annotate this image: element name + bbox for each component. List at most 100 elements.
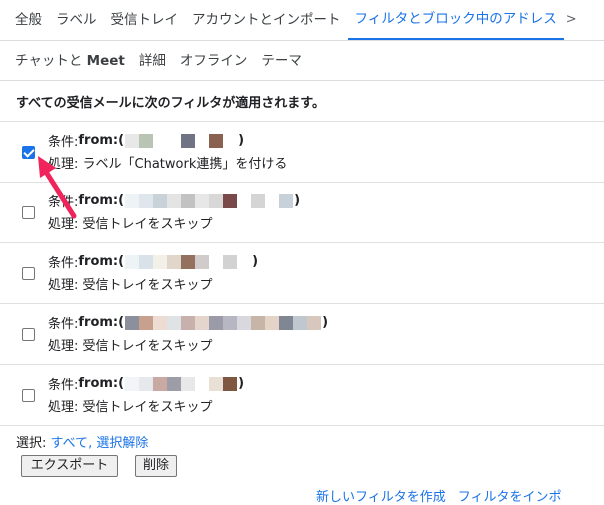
- redaction-block: [195, 315, 210, 330]
- from-label: from:(: [78, 376, 125, 391]
- redaction-block: [265, 315, 280, 330]
- tab-themes[interactable]: テーマ: [254, 41, 309, 80]
- redacted-address: [125, 254, 252, 269]
- redaction-block: [139, 315, 154, 330]
- select-label: 選択:: [16, 436, 51, 451]
- filter-checkbox[interactable]: [22, 389, 35, 402]
- tab-advanced[interactable]: 詳細: [132, 41, 173, 80]
- redaction-block: [125, 376, 140, 391]
- redaction-block: [139, 133, 154, 148]
- redaction-block: [181, 193, 196, 208]
- tab-inbox[interactable]: 受信トレイ: [104, 0, 186, 40]
- filter-checkbox[interactable]: [22, 206, 35, 219]
- redaction-block: [223, 193, 238, 208]
- redaction-block: [153, 133, 168, 148]
- filter-checkbox[interactable]: [22, 267, 35, 280]
- redaction-block: [167, 315, 182, 330]
- redacted-address: [125, 133, 238, 148]
- from-label: from:(: [78, 315, 125, 330]
- close-paren: ): [238, 133, 245, 148]
- redaction-block: [167, 193, 182, 208]
- redaction-block: [153, 315, 168, 330]
- tab-filters-blocked[interactable]: フィルタとブロック中のアドレス: [347, 0, 564, 40]
- redaction-block: [237, 193, 252, 208]
- tab-offline[interactable]: オフライン: [173, 41, 255, 80]
- filter-action: 処理: 受信トレイをスキップ: [48, 339, 213, 354]
- redaction-block: [167, 133, 182, 148]
- redaction-block: [209, 133, 224, 148]
- tabs-overflow-icon[interactable]: >: [564, 0, 577, 40]
- tab-labels[interactable]: ラベル: [49, 0, 104, 40]
- select-all-link[interactable]: すべて: [51, 436, 89, 451]
- filter-row: 条件: from:( ) 処理: 受信トレイをスキップ: [0, 182, 604, 243]
- redaction-block: [125, 315, 140, 330]
- redaction-block: [223, 254, 238, 269]
- redaction-block: [279, 315, 294, 330]
- redaction-block: [167, 254, 182, 269]
- redaction-block: [153, 193, 168, 208]
- filter-action: 処理: 受信トレイをスキップ: [48, 400, 213, 415]
- redaction-block: [223, 315, 238, 330]
- redaction-block: [139, 254, 154, 269]
- redaction-block: [153, 254, 168, 269]
- filter-action: 処理: ラベル「Chatwork連携」を付ける: [48, 157, 288, 172]
- select-none-link[interactable]: 選択解除: [96, 436, 148, 451]
- redaction-block: [195, 133, 210, 148]
- redaction-block: [181, 376, 196, 391]
- redaction-block: [181, 133, 196, 148]
- redaction-block: [307, 315, 322, 330]
- redaction-block: [125, 254, 140, 269]
- filter-action: 処理: 受信トレイをスキップ: [48, 217, 213, 232]
- close-paren: ): [252, 254, 259, 269]
- create-filter-link[interactable]: 新しいフィルタを作成: [316, 490, 446, 505]
- redaction-block: [181, 315, 196, 330]
- redaction-block: [125, 133, 140, 148]
- tab-general[interactable]: 全般: [0, 0, 49, 40]
- condition-label: 条件:: [48, 135, 79, 150]
- export-button[interactable]: エクスポート: [21, 455, 118, 477]
- tab-accounts-import[interactable]: アカウントとインポート: [185, 0, 348, 40]
- condition-label: 条件:: [48, 317, 79, 332]
- filter-action: 処理: 受信トレイをスキップ: [48, 278, 213, 293]
- redaction-block: [195, 376, 210, 391]
- redaction-block: [251, 315, 266, 330]
- tab-chat-label: チャットと: [15, 53, 87, 69]
- filter-condition: 条件: from:( ): [48, 252, 258, 271]
- redacted-address: [125, 315, 322, 330]
- redaction-block: [195, 254, 210, 269]
- redaction-block: [167, 376, 182, 391]
- settings-tabs-row-2: チャットと Meet 詳細 オフライン テーマ: [0, 41, 604, 81]
- filter-condition: 条件: from:( ): [48, 374, 244, 393]
- from-label: from:(: [78, 193, 125, 208]
- close-paren: ): [238, 376, 245, 391]
- filters-heading: すべての受信メールに次のフィルタが適用されます。: [16, 96, 326, 111]
- filter-row: 条件: from:( ) 処理: 受信トレイをスキップ: [0, 304, 604, 365]
- redaction-block: [209, 315, 224, 330]
- redaction-block: [209, 376, 224, 391]
- delete-button[interactable]: 削除: [135, 455, 177, 477]
- filter-condition: 条件: from:( ): [48, 191, 300, 210]
- filter-checkbox[interactable]: [22, 146, 35, 159]
- filter-checkbox[interactable]: [22, 328, 35, 341]
- redaction-block: [139, 376, 154, 391]
- redaction-block: [153, 376, 168, 391]
- redaction-block: [209, 193, 224, 208]
- redaction-block: [223, 133, 238, 148]
- filter-row: 条件: from:( ) 処理: 受信トレイをスキップ: [0, 365, 604, 426]
- redacted-address: [125, 376, 238, 391]
- settings-tabs-row-1: 全般 ラベル 受信トレイ アカウントとインポート フィルタとブロック中のアドレス…: [0, 0, 604, 41]
- filter-condition: 条件: from:( ): [48, 131, 244, 150]
- redaction-block: [265, 193, 280, 208]
- redaction-block: [223, 376, 238, 391]
- redaction-block: [139, 193, 154, 208]
- condition-label: 条件:: [48, 256, 79, 271]
- close-paren: ): [322, 315, 329, 330]
- redaction-block: [279, 193, 294, 208]
- filter-row: 条件: from:( ) 処理: ラベル「Chatwork連携」を付ける: [0, 121, 604, 183]
- import-filter-link[interactable]: フィルタをインポ: [458, 490, 562, 505]
- redaction-block: [125, 193, 140, 208]
- redacted-address: [125, 193, 294, 208]
- close-paren: ): [294, 193, 301, 208]
- tab-chat-meet[interactable]: チャットと Meet: [0, 41, 132, 80]
- filter-row: 条件: from:( ) 処理: 受信トレイをスキップ: [0, 243, 604, 304]
